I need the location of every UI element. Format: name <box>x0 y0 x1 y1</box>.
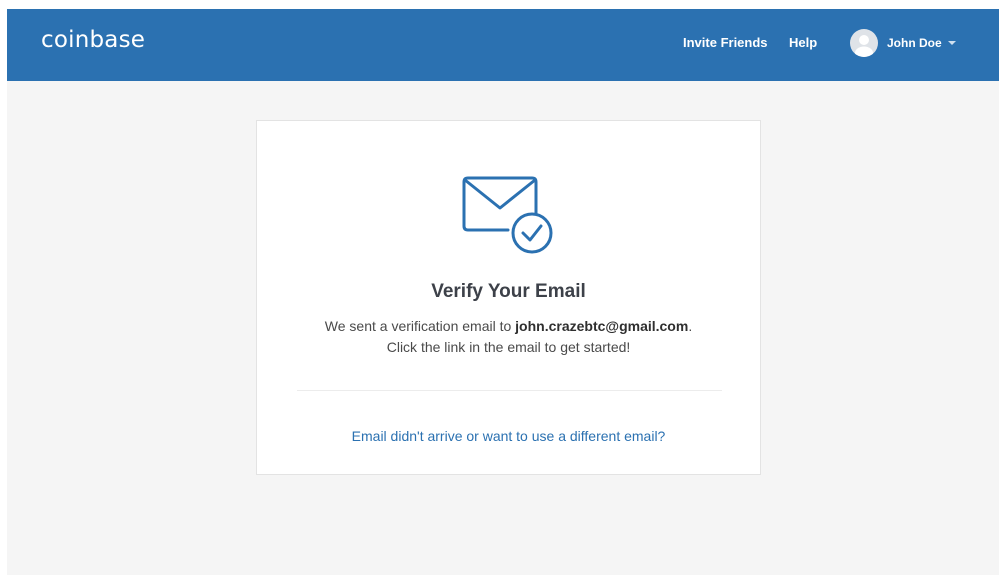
app-window: coinbase Invite Friends Help John Doe Ve… <box>7 9 999 575</box>
message-line-2: Click the link in the email to get start… <box>386 339 631 355</box>
invite-friends-link[interactable]: Invite Friends <box>683 35 768 50</box>
resend-email-link[interactable]: Email didn't arrive or want to use a dif… <box>257 428 760 444</box>
page-title: Verify Your Email <box>431 281 586 302</box>
user-avatar-icon <box>850 29 878 57</box>
verification-message: We sent a verification email to john.cra… <box>257 316 760 358</box>
coinbase-logo[interactable]: coinbase <box>41 27 145 53</box>
caret-down-icon <box>947 41 956 45</box>
verify-email-card: Verify Your Email We sent a verification… <box>256 120 761 475</box>
divider <box>297 390 722 391</box>
message-suffix: . <box>688 318 693 334</box>
envelope-check-icon <box>460 176 560 256</box>
user-menu[interactable]: John Doe <box>850 28 956 58</box>
email-address: john.crazebtc@gmail.com <box>515 318 689 334</box>
top-navbar: coinbase Invite Friends Help John Doe <box>7 9 999 81</box>
message-prefix: We sent a verification email to <box>324 318 516 334</box>
help-link[interactable]: Help <box>789 35 817 50</box>
user-name: John Doe <box>887 36 942 50</box>
